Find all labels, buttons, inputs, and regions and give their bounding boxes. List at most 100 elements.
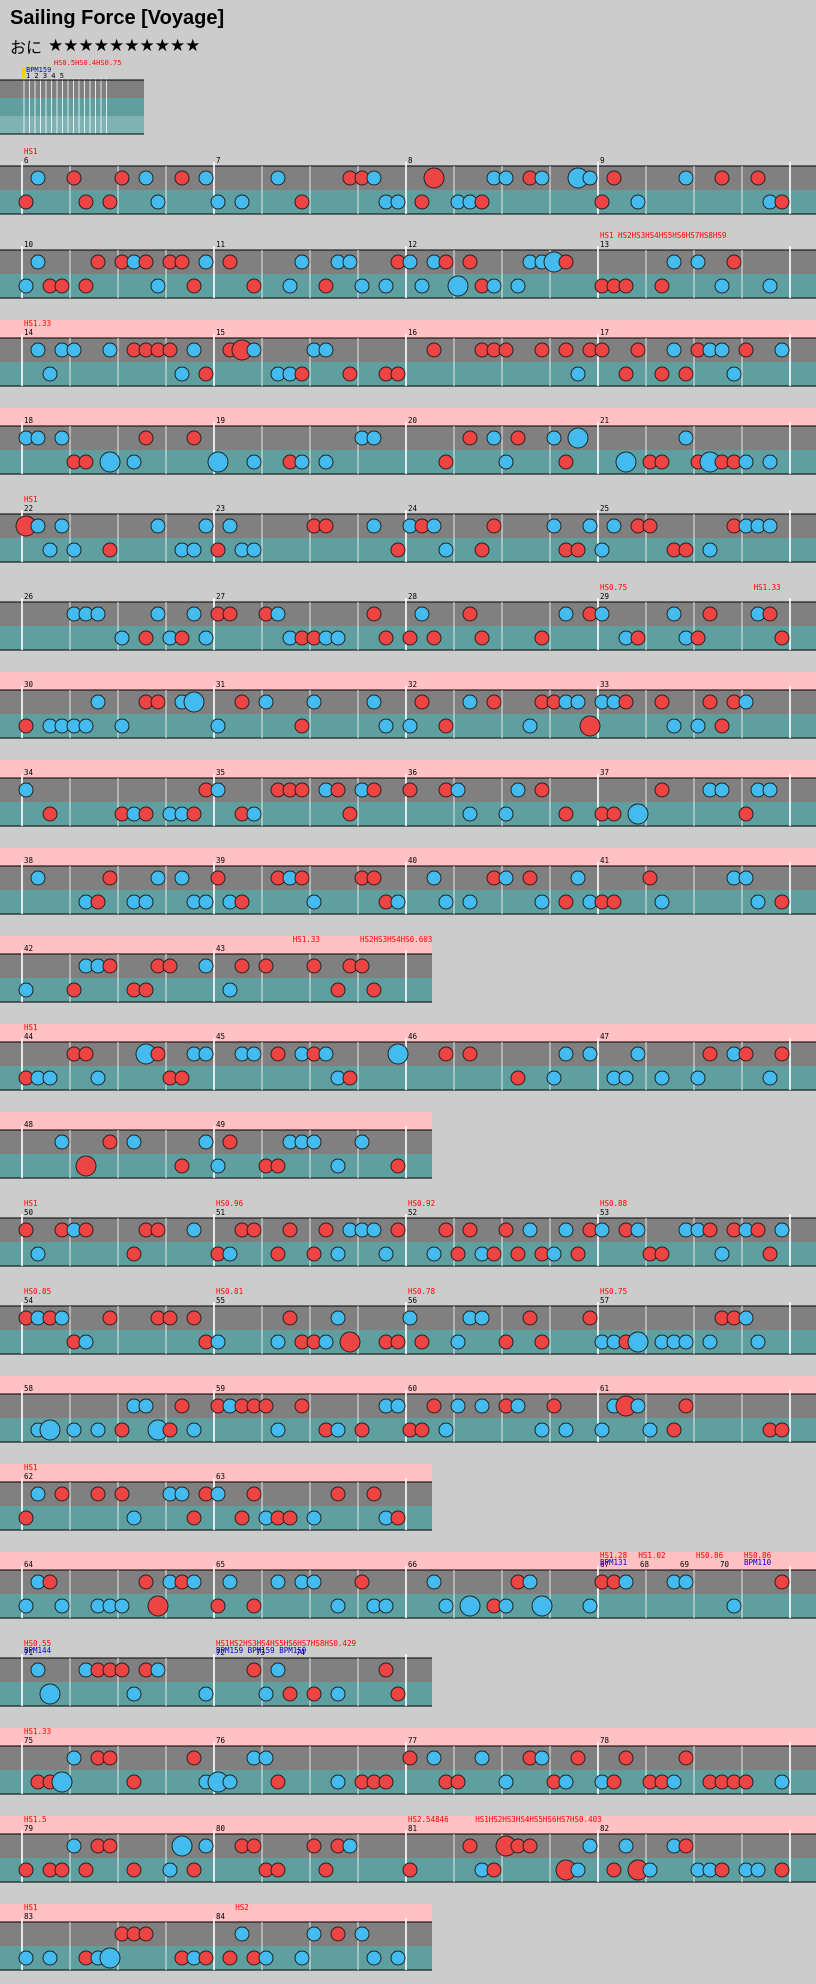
ka-note [402,718,418,734]
ka-note [447,275,469,297]
don-note [570,542,586,558]
ka-note [174,1486,190,1502]
don-note [474,542,490,558]
measure-number: 59 [216,1384,225,1393]
ka-note [54,1134,70,1150]
ka-note [198,1046,214,1062]
don-note [390,1686,406,1702]
ka-note [99,451,121,473]
ka-note [246,454,262,470]
don-note [186,430,202,446]
scroll-event-label: HS1.33 [293,935,320,944]
measure-number: 83 [24,1912,33,1921]
don-note [774,1046,790,1062]
ka-note [534,1750,550,1766]
don-note [414,1422,430,1438]
don-note [702,1046,718,1062]
don-note [594,342,610,358]
ka-note [366,694,382,710]
scroll-event-label: HS2 [235,1903,249,1912]
don-note [390,1158,406,1174]
don-note [498,1222,514,1238]
ka-note [294,254,310,270]
ka-note [366,1950,382,1966]
don-note [75,1155,97,1177]
don-note [462,1046,478,1062]
measure-number: 49 [216,1120,225,1129]
measure-number: 32 [408,680,417,689]
ka-note [234,194,250,210]
don-note [738,806,754,822]
measure-number: 68 [640,1560,650,1569]
chart-row-svg: 83 84 HS1 HS2 [0,1903,432,1971]
scroll-event-label: HS0.75 [600,583,627,592]
ka-note [414,278,430,294]
ka-note [318,342,334,358]
don-note [426,342,442,358]
ka-note [618,1838,634,1854]
don-note [318,518,334,534]
ka-note [738,694,754,710]
don-note [462,606,478,622]
ka-note [30,342,46,358]
ka-note [486,278,502,294]
measure-number: 8 [408,156,413,165]
ka-note [138,894,154,910]
ka-note [531,1595,553,1617]
don-note [78,1046,94,1062]
measure-number: 57 [600,1296,609,1305]
don-note [126,1862,142,1878]
don-note [423,167,445,189]
ka-note [630,1046,646,1062]
ka-note [378,1598,394,1614]
measure-number: 82 [600,1824,609,1833]
ka-note [30,254,46,270]
scroll-event-label: HS1 [24,1199,38,1208]
ka-note [654,894,670,910]
ka-note [198,958,214,974]
don-note [246,278,262,294]
don-note [714,1862,730,1878]
ka-note [198,518,214,534]
don-note [762,606,778,622]
don-note [222,1134,238,1150]
measure-number: 70 [720,1560,730,1569]
don-note [606,1774,622,1790]
ka-note [558,1046,574,1062]
don-note [90,1486,106,1502]
ka-note [306,1574,322,1590]
measure-number: 7 [216,156,221,165]
don-note [618,694,634,710]
measure-number: 18 [24,416,34,425]
chart-row-svg: 42 43 HS1.33 HS2HS3HS4HS0.603 [0,935,432,1003]
don-note [438,1046,454,1062]
ka-note [207,451,229,473]
ka-note [306,1134,322,1150]
ka-note [462,806,478,822]
ka-note [162,1862,178,1878]
ka-note [354,1134,370,1150]
ka-note [258,694,274,710]
ka-note [342,254,358,270]
don-note [390,1222,406,1238]
don-note [390,542,406,558]
measure-number: 35 [216,768,225,777]
ka-note [174,366,190,382]
chart-row-svg: 26 27 28 29HS0.75 HS1.33 [0,583,816,651]
ka-note [198,894,214,910]
don-note [678,542,694,558]
ka-note [318,1334,334,1350]
don-note [354,958,370,974]
don-note [318,1862,334,1878]
don-note [78,278,94,294]
ka-note [750,894,766,910]
ka-note [582,170,598,186]
ka-note [42,1950,58,1966]
ka-note [402,254,418,270]
don-note [558,342,574,358]
measure-number: 29 [600,592,609,601]
don-note [54,1486,70,1502]
don-note [210,870,226,886]
don-note [198,1950,214,1966]
ka-note [174,870,190,886]
